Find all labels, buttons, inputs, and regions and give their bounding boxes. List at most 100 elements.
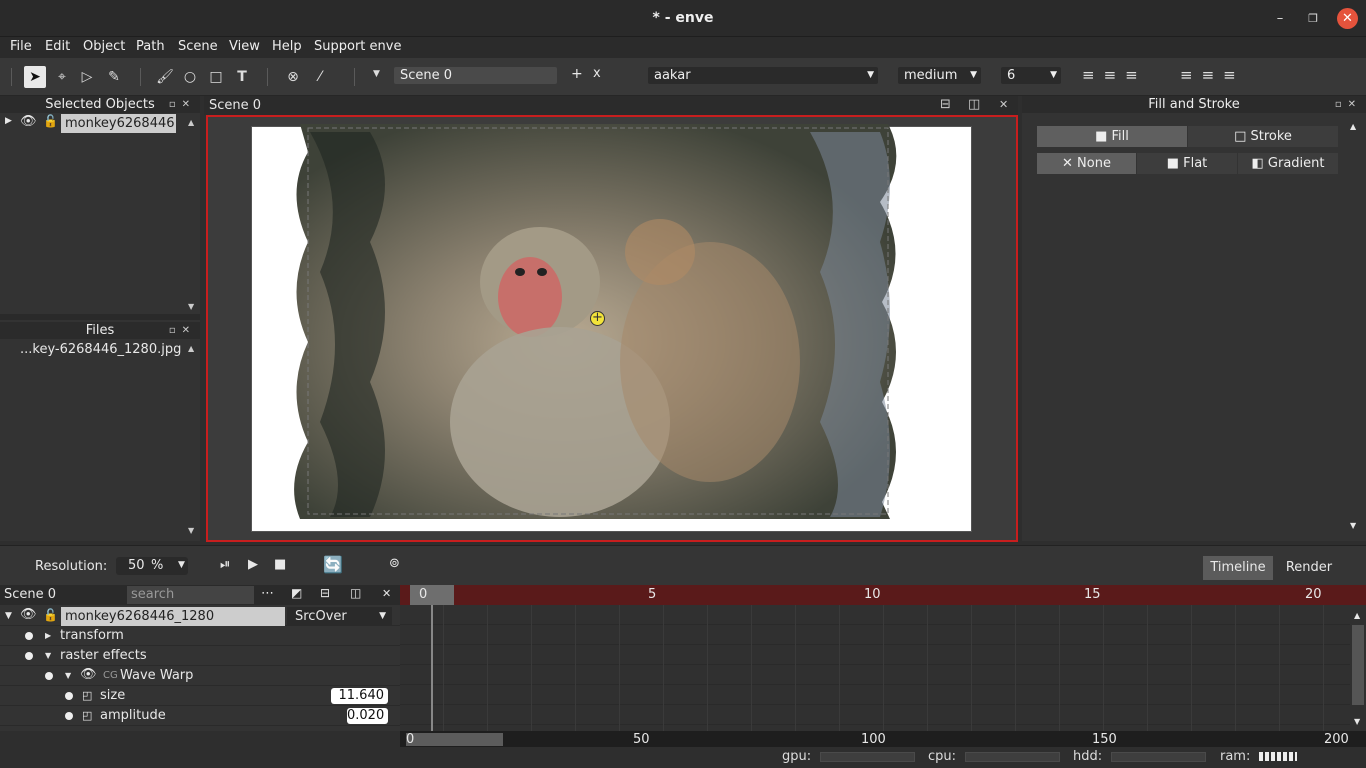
scroll-down-icon[interactable]: ▼ xyxy=(188,302,194,311)
blend-mode-select[interactable]: SrcOver ▼ xyxy=(287,607,392,626)
graph-icon[interactable]: ◰ xyxy=(82,686,92,706)
tab-render[interactable]: Render xyxy=(1276,556,1342,580)
lock-icon[interactable]: 🔓 xyxy=(43,605,58,625)
scroll-up-icon[interactable]: ▲ xyxy=(1354,611,1360,620)
layer-row[interactable]: ▼ 👁 🔓 monkey6268446_1280 SrcOver ▼ xyxy=(0,606,400,626)
mode-flat-button[interactable]: ■ Flat xyxy=(1137,153,1237,174)
visibility-eye-icon[interactable]: 👁 xyxy=(20,114,37,129)
font-weight-select[interactable]: medium ▼ xyxy=(898,67,981,84)
current-frame-marker[interactable] xyxy=(410,585,454,605)
layer-search-input[interactable]: search xyxy=(127,586,254,604)
pencil-tool-icon[interactable]: ✎ xyxy=(103,66,125,88)
transform-row[interactable]: ▶ transform xyxy=(0,626,400,646)
align-left-icon[interactable]: ≡ xyxy=(1082,66,1104,84)
tab-fill[interactable]: ■ Fill xyxy=(1037,126,1187,147)
align-right-icon[interactable]: ≡ xyxy=(1125,66,1147,84)
range-ruler[interactable]: 0 50 100 150 200 xyxy=(400,731,1366,747)
dock-close-icon[interactable]: ▫✕ xyxy=(1335,96,1362,113)
align-middle-icon[interactable]: ≡ xyxy=(1202,66,1224,84)
scroll-up-icon[interactable]: ▲ xyxy=(188,344,194,353)
collapse-arrow-icon[interactable]: ▼ xyxy=(5,606,12,626)
collapse-arrow-icon[interactable]: ▼ xyxy=(65,666,71,686)
text-align-group[interactable]: ≡≡≡ xyxy=(1082,66,1147,84)
tab-stroke[interactable]: □ Stroke xyxy=(1188,126,1338,147)
canvas-tab[interactable]: Scene 0 xyxy=(209,98,261,113)
align-center-icon[interactable]: ≡ xyxy=(1104,66,1126,84)
scroll-up-icon[interactable]: ▲ xyxy=(188,118,194,127)
expand-arrow-icon[interactable]: ▶ xyxy=(45,626,51,646)
font-family-select[interactable]: aakar ▼ xyxy=(648,67,878,84)
resolution-spinbox[interactable]: 50 % ▼ xyxy=(116,557,188,575)
node-tool-icon[interactable]: ⌖ xyxy=(51,66,73,88)
scroll-down-icon[interactable]: ▼ xyxy=(1350,521,1356,530)
visibility-eye-icon[interactable]: 👁 xyxy=(20,605,37,625)
graph-icon[interactable]: ◰ xyxy=(82,706,92,726)
amplitude-value-field[interactable]: 0.020 xyxy=(347,708,388,724)
circle-tool-icon[interactable]: ○ xyxy=(179,66,201,88)
play-from-start-icon[interactable]: ⏯ xyxy=(220,557,230,572)
tab-timeline[interactable]: Timeline xyxy=(1203,556,1273,580)
mode-gradient-button[interactable]: ◧ Gradient xyxy=(1238,153,1338,174)
brush-tool-icon[interactable]: 🖌 xyxy=(154,66,176,88)
frame-ruler[interactable] xyxy=(400,585,1366,605)
pivot-crosshair-icon[interactable]: + xyxy=(590,311,605,326)
collapse-arrow-icon[interactable]: ▼ xyxy=(45,646,51,666)
expand-arrow-icon[interactable]: ▶ xyxy=(5,116,12,126)
wave-warp-row[interactable]: ▼ 👁 CG Wave Warp xyxy=(0,666,400,686)
menu-view[interactable]: View xyxy=(229,39,260,54)
select-tool-icon[interactable]: ➤ xyxy=(24,66,46,88)
minimize-icon[interactable]: – xyxy=(1270,9,1290,29)
amplitude-row[interactable]: ◰ amplitude 0.020 xyxy=(0,706,400,726)
splitter[interactable] xyxy=(0,314,200,320)
null-object-icon[interactable]: ⊗ xyxy=(282,66,304,88)
menu-object[interactable]: Object xyxy=(83,39,125,54)
edit-icon[interactable]: ◩ xyxy=(291,586,302,600)
split-horizontal-icon[interactable]: ⊟ xyxy=(940,97,951,112)
keyframe-dot[interactable] xyxy=(25,652,33,660)
visibility-eye-icon[interactable]: 👁 xyxy=(80,665,97,685)
more-options-icon[interactable]: ⋯ xyxy=(261,586,274,601)
menu-file[interactable]: File xyxy=(10,39,32,54)
keyframe-dot[interactable] xyxy=(25,632,33,640)
file-item[interactable]: ...key-6268446_1280.jpg xyxy=(20,342,181,357)
close-canvas-icon[interactable]: ✕ xyxy=(999,98,1008,111)
scene-dropdown-arrow-icon[interactable]: ▼ xyxy=(373,69,380,79)
playhead[interactable] xyxy=(431,605,433,731)
loop-icon[interactable]: 🔄 xyxy=(323,555,343,574)
close-window-icon[interactable]: ✕ xyxy=(1337,8,1358,29)
pivot-toggle-icon[interactable]: ⊚ xyxy=(389,556,400,571)
scene-name-field[interactable]: Scene 0 xyxy=(394,67,557,84)
stop-icon[interactable]: ■ xyxy=(274,557,286,572)
play-icon[interactable]: ▶ xyxy=(248,557,258,572)
vertical-align-group[interactable]: ≡≡≡ xyxy=(1180,66,1245,84)
dock-close-icon[interactable]: ▫✕ xyxy=(169,96,196,113)
align-bottom-icon[interactable]: ≡ xyxy=(1223,66,1245,84)
menu-scene[interactable]: Scene xyxy=(178,39,218,54)
size-value-field[interactable]: 11.640 xyxy=(331,688,388,704)
raster-effects-row[interactable]: ▼ raster effects xyxy=(0,646,400,666)
lock-icon[interactable]: 🔓 xyxy=(43,114,58,128)
add-scene-button[interactable]: + xyxy=(571,66,583,82)
close-panel-icon[interactable]: ✕ xyxy=(382,587,391,600)
keyframe-dot[interactable] xyxy=(45,672,53,680)
range-handle[interactable] xyxy=(406,733,503,746)
split-vertical-icon[interactable]: ◫ xyxy=(350,586,361,600)
split-vertical-icon[interactable]: ◫ xyxy=(968,97,980,112)
scroll-down-icon[interactable]: ▼ xyxy=(188,526,194,535)
rectangle-tool-icon[interactable]: □ xyxy=(205,66,227,88)
keyframe-dot[interactable] xyxy=(65,712,73,720)
menu-support[interactable]: Support enve xyxy=(314,39,401,54)
text-tool-icon[interactable]: T xyxy=(231,66,253,88)
add-point-tool-icon[interactable]: ▷ xyxy=(76,66,98,88)
scroll-down-icon[interactable]: ▼ xyxy=(1354,717,1360,726)
layer-name[interactable]: monkey6268446_1280 xyxy=(61,607,285,626)
timeline-panel[interactable]: 0 5 10 15 20 ▲ ▼ xyxy=(400,585,1366,731)
split-horizontal-icon[interactable]: ⊟ xyxy=(320,586,330,600)
size-row[interactable]: ◰ size 11.640 xyxy=(0,686,400,706)
keyframe-dot[interactable] xyxy=(65,692,73,700)
scroll-up-icon[interactable]: ▲ xyxy=(1350,122,1356,131)
keyframe-grid[interactable] xyxy=(400,605,1350,731)
menu-edit[interactable]: Edit xyxy=(45,39,70,54)
menu-path[interactable]: Path xyxy=(136,39,165,54)
color-picker-icon[interactable]: ⁄ xyxy=(309,66,331,88)
